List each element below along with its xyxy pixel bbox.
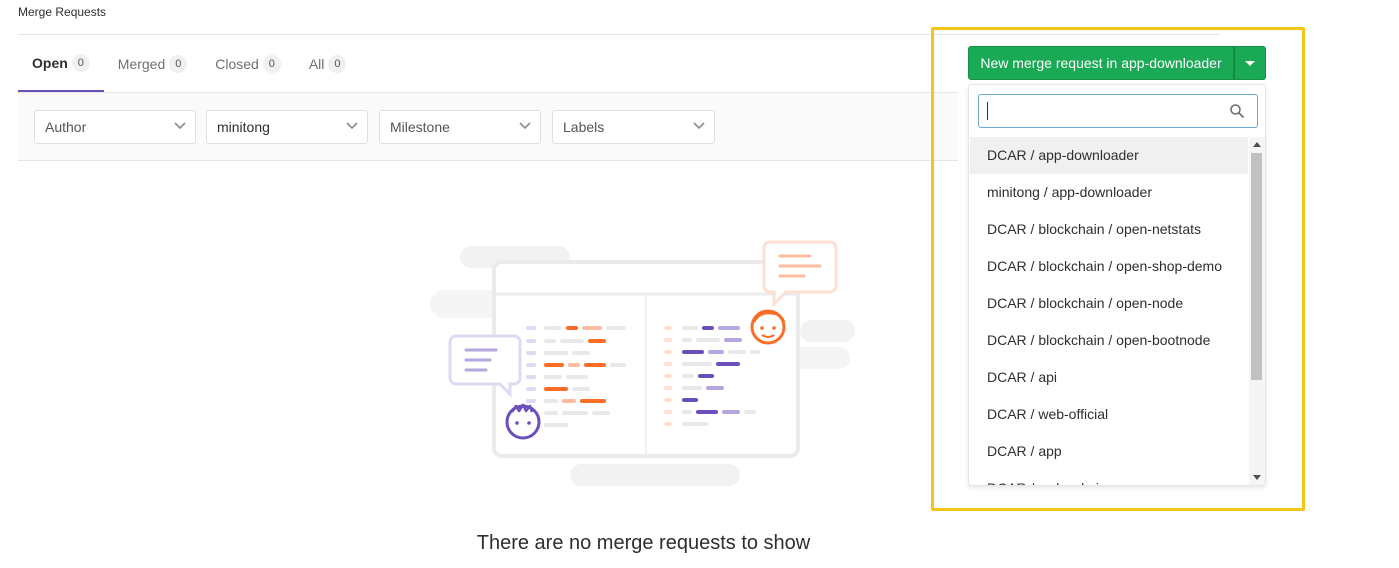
project-option[interactable]: DCAR / blockchain / open-node	[970, 285, 1248, 322]
tab-all[interactable]: All 0	[295, 35, 361, 92]
tab-open-label: Open	[32, 54, 68, 71]
new-merge-request-dropdown-toggle[interactable]	[1234, 46, 1266, 80]
labels-filter[interactable]: Labels	[552, 110, 715, 144]
empty-state-illustration	[430, 240, 855, 486]
caret-down-icon	[1245, 60, 1255, 66]
tab-closed[interactable]: Closed 0	[201, 35, 295, 92]
state-tabs: Open 0 Merged 0 Closed 0 All 0	[18, 35, 360, 92]
project-option[interactable]: DCAR / app	[970, 433, 1248, 470]
assignee-filter[interactable]: minitong	[206, 110, 368, 144]
project-search-input[interactable]	[978, 94, 1258, 128]
author-filter[interactable]: Author	[34, 110, 196, 144]
text-cursor	[987, 102, 988, 120]
labels-filter-label: Labels	[563, 119, 605, 135]
tab-merged-count: 0	[169, 54, 188, 73]
project-option[interactable]: DCAR / web-admin	[970, 470, 1248, 485]
tab-all-label: All	[308, 55, 325, 72]
tab-closed-count: 0	[262, 54, 281, 73]
project-select-dropdown: DCAR / app-downloader minitong / app-dow…	[968, 84, 1266, 486]
tab-merged[interactable]: Merged 0	[104, 35, 201, 92]
project-list: DCAR / app-downloader minitong / app-dow…	[970, 137, 1248, 485]
milestone-filter-label: Milestone	[390, 119, 450, 135]
scrollbar-thumb[interactable]	[1251, 153, 1262, 380]
project-option[interactable]: DCAR / web-official	[970, 396, 1248, 433]
author-filter-label: Author	[45, 119, 87, 135]
scroll-down-arrow-icon[interactable]	[1253, 475, 1261, 480]
empty-state-message: There are no merge requests to show	[476, 532, 811, 554]
project-option[interactable]: DCAR / blockchain / open-netstats	[970, 211, 1248, 248]
chevron-down-icon	[519, 122, 531, 130]
dropdown-scrollbar[interactable]	[1249, 137, 1265, 485]
project-option[interactable]: DCAR / api	[970, 359, 1248, 396]
tab-all-count: 0	[328, 54, 347, 73]
new-merge-request-button[interactable]: New merge request in app-downloader	[968, 46, 1234, 80]
project-option[interactable]: minitong / app-downloader	[970, 174, 1248, 211]
tab-open-count: 0	[71, 53, 90, 72]
tab-closed-label: Closed	[215, 55, 259, 72]
project-option[interactable]: DCAR / app-downloader	[970, 137, 1248, 174]
page-title: Merge Requests	[18, 5, 107, 19]
project-option[interactable]: DCAR / blockchain / open-bootnode	[970, 322, 1248, 359]
assignee-filter-label: minitong	[217, 119, 270, 135]
tab-open[interactable]: Open 0	[18, 35, 104, 92]
milestone-filter[interactable]: Milestone	[379, 110, 541, 144]
filter-bar: Author minitong Milestone Labels	[18, 92, 958, 161]
chevron-down-icon	[174, 122, 186, 130]
chevron-down-icon	[346, 122, 358, 130]
tab-merged-label: Merged	[117, 55, 166, 72]
search-icon	[1230, 104, 1244, 118]
scroll-up-arrow-icon[interactable]	[1253, 142, 1261, 147]
project-option[interactable]: DCAR / blockchain / open-shop-demo	[970, 248, 1248, 285]
chevron-down-icon	[693, 122, 705, 130]
